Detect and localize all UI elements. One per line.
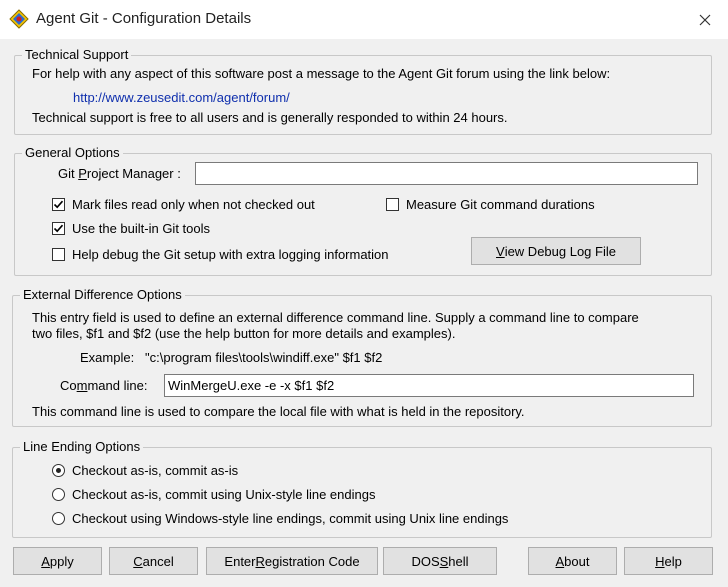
checkmark-icon — [53, 224, 64, 233]
line-ending-legend: Line Ending Options — [20, 439, 144, 455]
help-debug-label: Help debug the Git setup with extra logg… — [72, 247, 389, 262]
checkmark-icon — [53, 200, 64, 209]
mark-read-only-label: Mark files read only when not checked ou… — [72, 197, 315, 212]
enter-registration-code-button[interactable]: Enter Registration Code — [206, 547, 378, 575]
general-options-legend: General Options — [22, 145, 123, 161]
cancel-button[interactable]: Cancel — [109, 547, 198, 575]
example-label: Example: — [80, 350, 135, 365]
line-ending-option-3: Checkout using Windows-style line ending… — [72, 511, 509, 526]
agent-git-logo-icon — [9, 9, 29, 29]
external-diff-legend: External Difference Options — [20, 287, 185, 303]
close-button[interactable] — [682, 0, 728, 39]
apply-button[interactable]: Apply — [13, 547, 102, 575]
builtin-git-label: Use the built-in Git tools — [72, 221, 211, 236]
view-debug-log-button[interactable]: View Debug Log File — [471, 237, 641, 265]
forum-link[interactable]: http://www.zeusedit.com/agent/forum/ — [73, 90, 290, 106]
measure-durations-checkbox[interactable] — [386, 198, 399, 211]
example-value: "c:\program files\tools\windiff.exe" $f1… — [145, 350, 383, 365]
technical-support-legend: Technical Support — [22, 47, 132, 63]
external-diff-desc-line2: two files, $f1 and $f2 (use the help but… — [32, 326, 456, 341]
line-ending-option-2: Checkout as-is, commit using Unix-style … — [72, 487, 376, 502]
window-title: Agent Git - Configuration Details — [36, 10, 252, 27]
git-project-manager-input[interactable] — [195, 162, 698, 185]
line-ending-radio-1[interactable] — [52, 464, 65, 477]
dos-shell-button[interactable]: DOS Shell — [383, 547, 497, 575]
support-help-text: For help with any aspect of this softwar… — [32, 66, 611, 81]
mark-read-only-checkbox[interactable] — [52, 198, 65, 211]
line-ending-radio-2[interactable] — [52, 488, 65, 501]
external-diff-desc-line1: This entry field is used to define an ex… — [32, 310, 639, 325]
help-button[interactable]: Help — [624, 547, 713, 575]
line-ending-option-1: Checkout as-is, commit as-is — [72, 463, 239, 478]
command-line-input[interactable]: WinMergeU.exe -e -x $f1 $f2 — [164, 374, 694, 397]
help-debug-checkbox[interactable] — [52, 248, 65, 261]
line-ending-radio-3[interactable] — [52, 512, 65, 525]
support-free-text: Technical support is free to all users a… — [32, 110, 508, 125]
title-bar: Agent Git - Configuration Details — [0, 0, 728, 39]
command-line-label: Command line: — [60, 378, 148, 393]
external-diff-footer: This command line is used to compare the… — [32, 404, 525, 419]
builtin-git-checkbox[interactable] — [52, 222, 65, 235]
git-project-manager-label: Git Project Manager : — [58, 166, 181, 181]
about-button[interactable]: About — [528, 547, 617, 575]
measure-durations-label: Measure Git command durations — [406, 197, 595, 212]
close-icon — [699, 14, 711, 25]
